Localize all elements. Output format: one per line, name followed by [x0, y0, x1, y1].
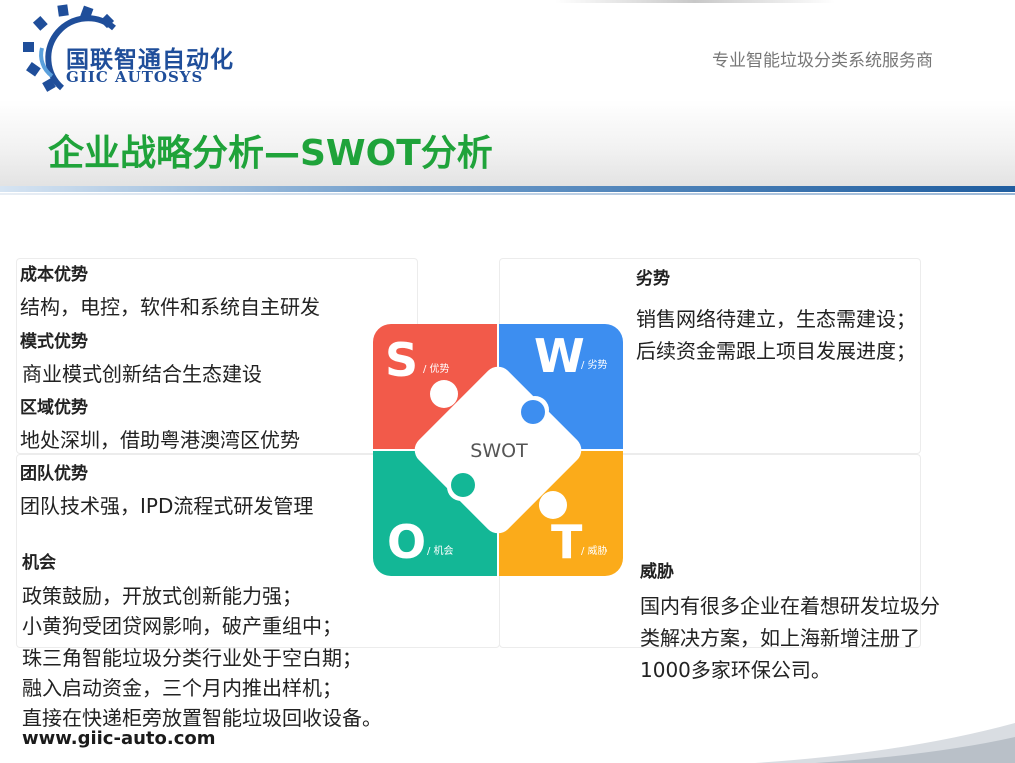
tagline: 专业智能垃圾分类系统服务商 [712, 51, 933, 71]
opportunity-line: 小黄狗受团贷网影响，破产重组中； [22, 614, 342, 638]
strength-heading: 成本优势 [20, 265, 88, 285]
threats-block: 威胁 国内有很多企业在着想研发垃圾分 类解决方案，如上海新增注册了 1000多家… [640, 557, 940, 686]
threat-line: 类解决方案，如上海新增注册了 [640, 626, 920, 650]
swot-label-t: / 威胁 [581, 544, 608, 557]
page-title: 企业战略分析—SWOT分析 [48, 133, 493, 174]
swot-label-s: / 优势 [423, 362, 450, 375]
swot-letter-t: T [551, 515, 583, 569]
top-decoration [555, 0, 835, 3]
opportunities-heading: 机会 [22, 553, 56, 573]
strength-heading: 区域优势 [20, 398, 88, 418]
logo-text-en: GIIC AUTOSYS [66, 68, 204, 86]
swot-puzzle-graphic: S / 优势 W / 劣势 O / 机会 T / 威胁 SWOT [373, 324, 623, 576]
strength-heading: 模式优势 [20, 332, 88, 352]
threats-heading: 威胁 [640, 562, 674, 582]
swot-letter-o: O [387, 515, 426, 569]
strength-item: 模式优势 商业模式创新结合生态建设 [20, 327, 262, 387]
strength-text: 商业模式创新结合生态建设 [22, 362, 262, 386]
strength-text: 地处深圳，借助粤港澳湾区优势 [20, 428, 300, 452]
header-rule-thin [0, 193, 1015, 195]
swot-letter-w: W [534, 329, 585, 383]
weaknesses-block: 劣势 销售网络待建立，生态需建设； 后续资金需跟上项目发展进度； [636, 264, 916, 367]
company-logo: 国联智通自动化 GIIC AUTOSYS [22, 4, 233, 92]
threat-line: 国内有很多企业在着想研发垃圾分 [640, 594, 940, 618]
strength-item: 成本优势 结构，电控，软件和系统自主研发 [20, 260, 320, 320]
opportunity-line: 融入启动资金，三个月内推出样机； [22, 676, 342, 700]
weakness-line: 销售网络待建立，生态需建设； [636, 307, 916, 331]
strength-item: 区域优势 地处深圳，借助粤港澳湾区优势 [20, 393, 300, 453]
swot-letter-s: S [385, 333, 418, 387]
swot-label-w: / 劣势 [581, 358, 608, 371]
swot-label-o: / 机会 [427, 544, 454, 557]
corner-decoration [755, 723, 1015, 763]
strength-heading: 团队优势 [20, 464, 88, 484]
opportunity-line: 珠三角智能垃圾分类行业处于空白期； [22, 646, 362, 670]
threat-line: 1000多家环保公司。 [640, 658, 831, 682]
opportunities-block: 机会 政策鼓励，开放式创新能力强； 小黄狗受团贷网影响，破产重组中； 珠三角智能… [22, 548, 382, 734]
header-rule [0, 186, 1015, 192]
strength-text: 团队技术强，IPD流程式研发管理 [20, 494, 314, 518]
strength-item: 团队优势 团队技术强，IPD流程式研发管理 [20, 459, 313, 519]
footer-url: www.giic-auto.com [22, 728, 216, 749]
weaknesses-heading: 劣势 [636, 269, 670, 289]
weakness-line: 后续资金需跟上项目发展进度； [636, 339, 916, 363]
opportunity-line: 政策鼓励，开放式创新能力强； [22, 584, 302, 608]
strength-text: 结构，电控，软件和系统自主研发 [20, 295, 320, 319]
swot-center-label: SWOT [470, 440, 528, 462]
